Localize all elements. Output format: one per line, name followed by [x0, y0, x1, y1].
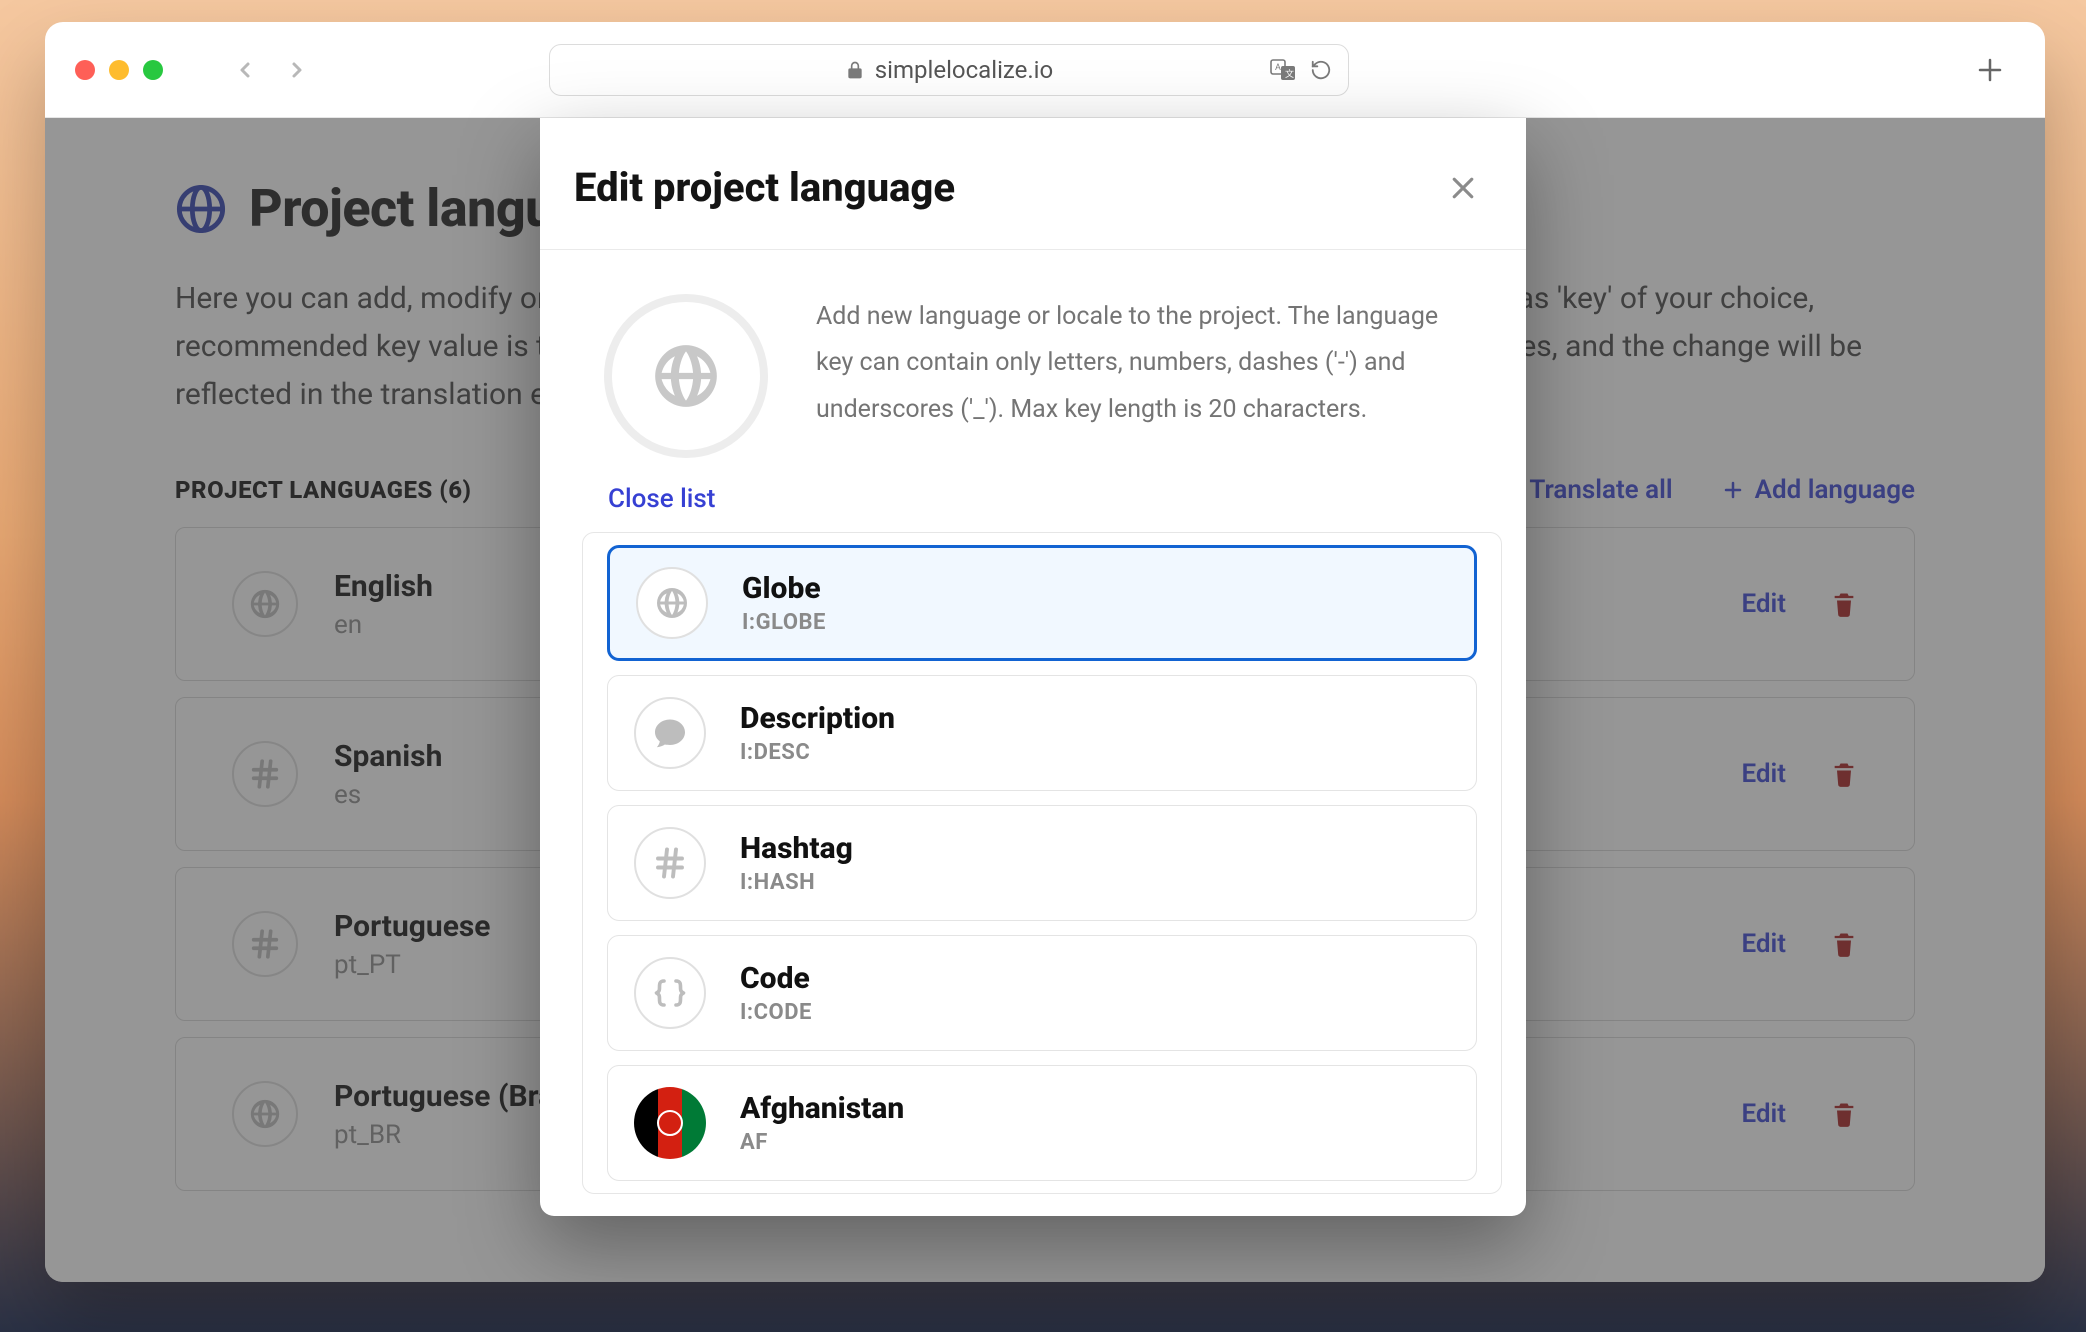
- close-window-button[interactable]: [75, 60, 95, 80]
- forward-button[interactable]: [285, 58, 309, 82]
- translate-icon[interactable]: A文: [1270, 59, 1296, 81]
- option-key: I:CODE: [740, 1000, 812, 1025]
- code-icon: [634, 957, 706, 1029]
- url-host: simplelocalize.io: [875, 56, 1053, 84]
- close-list-link[interactable]: Close list: [604, 484, 1480, 514]
- svg-text:文: 文: [1285, 68, 1294, 80]
- flag-af-icon: [634, 1087, 706, 1159]
- maximize-window-button[interactable]: [143, 60, 163, 80]
- icon-option[interactable]: Afghanistan AF: [607, 1065, 1477, 1181]
- option-name: Afghanistan: [740, 1091, 904, 1126]
- lock-icon: [845, 60, 865, 80]
- option-key: I:DESC: [740, 740, 895, 765]
- modal-title: Edit project language: [574, 164, 955, 211]
- globe-icon: [604, 294, 768, 458]
- nav-buttons: [233, 58, 309, 82]
- modal-intro-text: Add new language or locale to the projec…: [816, 294, 1480, 433]
- hash-icon: [634, 827, 706, 899]
- content-area: Project languages Here you can add, modi…: [45, 118, 2045, 1282]
- option-key: AF: [740, 1130, 904, 1155]
- reload-icon[interactable]: [1310, 59, 1332, 81]
- option-name: Code: [740, 961, 812, 996]
- back-button[interactable]: [233, 58, 257, 82]
- comment-icon: [634, 697, 706, 769]
- url-bar[interactable]: simplelocalize.io A文: [549, 44, 1349, 96]
- globe-icon: [636, 567, 708, 639]
- icon-option[interactable]: Globe I:GLOBE: [607, 545, 1477, 661]
- icon-option[interactable]: Hashtag I:HASH: [607, 805, 1477, 921]
- option-key: I:GLOBE: [742, 610, 826, 635]
- browser-titlebar: simplelocalize.io A文: [45, 22, 2045, 118]
- option-name: Hashtag: [740, 831, 853, 866]
- icon-option[interactable]: Description I:DESC: [607, 675, 1477, 791]
- minimize-window-button[interactable]: [109, 60, 129, 80]
- icon-option[interactable]: Code I:CODE: [607, 935, 1477, 1051]
- option-name: Description: [740, 701, 895, 736]
- option-key: I:HASH: [740, 870, 853, 895]
- modal-close-button[interactable]: [1448, 173, 1478, 203]
- option-name: Globe: [742, 571, 826, 606]
- browser-window: simplelocalize.io A文 Project languages: [45, 22, 2045, 1282]
- svg-text:A: A: [1275, 63, 1281, 73]
- edit-language-modal: Edit project language Add new language o…: [540, 118, 1526, 1216]
- icon-options-list: Globe I:GLOBE Description I:DESC Hashtag I:HA…: [582, 532, 1502, 1194]
- window-controls: [75, 60, 163, 80]
- new-tab-button[interactable]: [1965, 55, 2015, 85]
